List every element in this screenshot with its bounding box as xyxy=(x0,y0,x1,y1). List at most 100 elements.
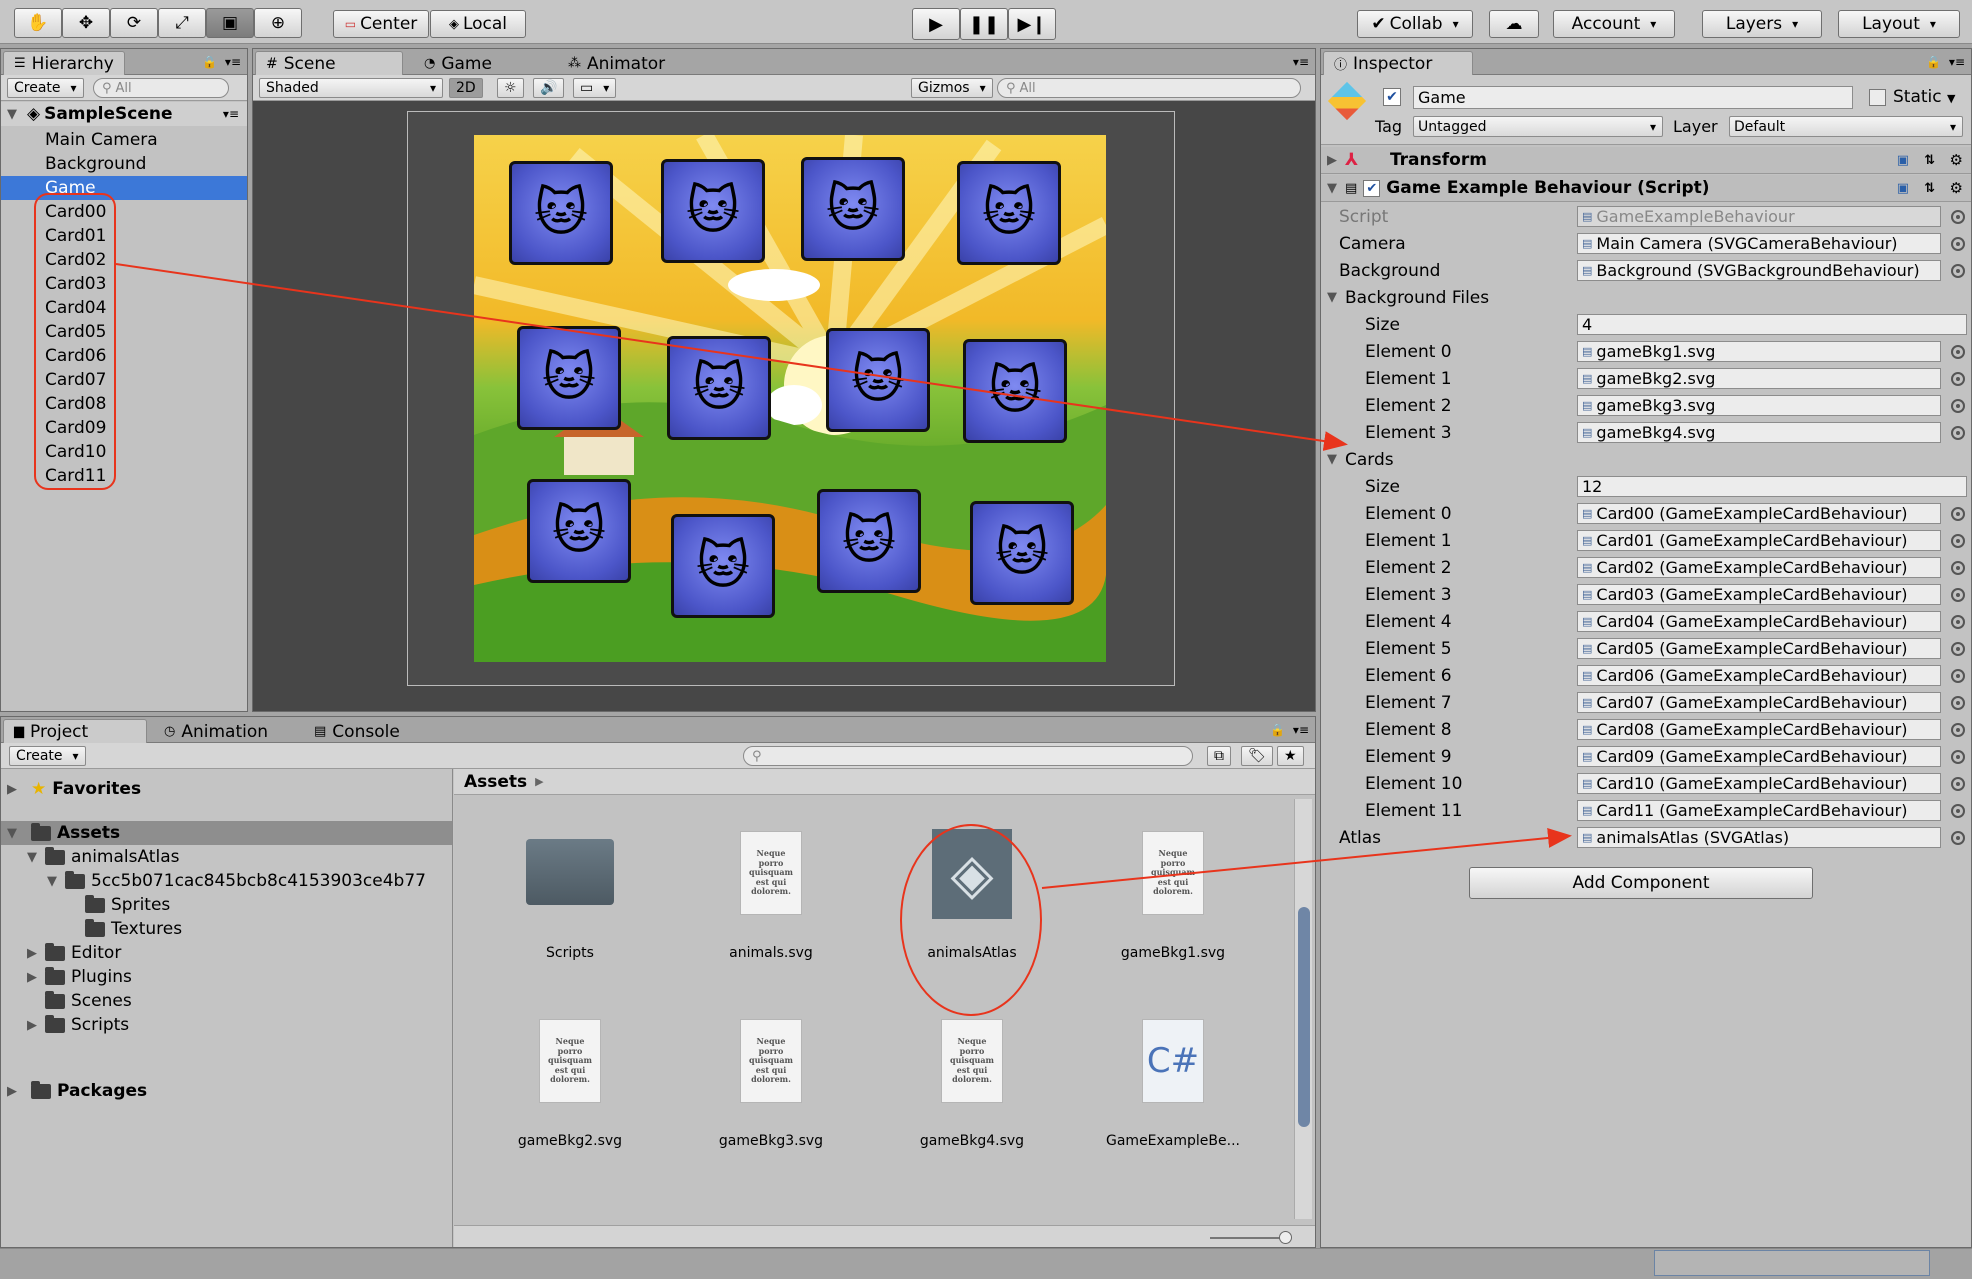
help-icon[interactable]: ▣ xyxy=(1897,181,1909,196)
tab-inspector[interactable]: ⓘ Inspector xyxy=(1323,51,1473,75)
pivot-local-button[interactable]: ◈ Local xyxy=(430,10,526,38)
property-value-field[interactable]: ▤ gameBkg3.svg xyxy=(1577,395,1941,416)
collapse-arrow-icon[interactable]: ▶ xyxy=(27,970,41,985)
project-folder-editor[interactable]: ▶ Editor xyxy=(1,941,452,965)
component-header[interactable]: ▼ ▤ ✔ Game Example Behaviour (Script) ▣ ⇅ ⚙ xyxy=(1321,175,1971,202)
object-picker-icon[interactable] xyxy=(1951,804,1965,818)
project-search-input[interactable]: ⚲ xyxy=(743,746,1193,766)
object-name-field[interactable]: Game xyxy=(1413,86,1853,109)
card-05[interactable]: 🐱 xyxy=(667,336,771,440)
lock-icon[interactable]: 🔒 xyxy=(1270,723,1285,737)
object-picker-icon[interactable] xyxy=(1951,534,1965,548)
dropdown-arrow-icon[interactable]: ▼ xyxy=(1947,92,1955,105)
scrollbar-thumb[interactable] xyxy=(1298,907,1310,1127)
object-picker-icon[interactable] xyxy=(1951,696,1965,710)
project-folder-plugins[interactable]: ▶ Plugins xyxy=(1,965,452,989)
object-picker-icon[interactable] xyxy=(1951,642,1965,656)
object-picker-icon[interactable] xyxy=(1951,723,1965,737)
property-value-field[interactable]: 4 xyxy=(1577,314,1967,335)
scene-menu-icon[interactable]: ▾≡ xyxy=(223,107,239,121)
expand-arrow-icon[interactable]: ▼ xyxy=(27,850,41,865)
card-07[interactable]: 🐱 xyxy=(963,339,1067,443)
audio-toggle[interactable]: 🔊 xyxy=(533,78,565,98)
favorite-button[interactable]: ★ xyxy=(1277,746,1304,766)
expand-arrow-icon[interactable]: ▶ xyxy=(7,1084,21,1099)
object-picker-icon[interactable] xyxy=(1951,345,1965,359)
hierarchy-item-main-camera[interactable]: Main Camera xyxy=(1,128,247,152)
expand-arrow-icon[interactable]: ▶ xyxy=(7,782,21,797)
panel-menu-icon[interactable]: ▾≡ xyxy=(225,55,241,69)
property-value-field[interactable]: ▤ gameBkg2.svg xyxy=(1577,368,1941,389)
project-folder-sprites[interactable]: Sprites xyxy=(1,893,452,917)
expand-arrow-icon[interactable]: ▼ xyxy=(47,874,61,889)
asset-item[interactable]: Neque porro quisquam est qui dolorem. gam… xyxy=(892,997,1052,1149)
preset-icon[interactable]: ⇅ xyxy=(1924,153,1935,168)
collapse-arrow-icon[interactable]: ▶ xyxy=(1327,153,1341,168)
property-value-field[interactable]: ▤ Card02 (GameExampleCardBehaviour) xyxy=(1577,557,1941,578)
packages-row[interactable]: ▶ Packages xyxy=(1,1079,452,1103)
expand-arrow-icon[interactable]: ▼ xyxy=(1327,181,1341,196)
property-value-field[interactable]: ▤ gameBkg4.svg xyxy=(1577,422,1941,443)
lock-icon[interactable]: 🔒 xyxy=(202,55,217,69)
layer-dropdown[interactable]: Default xyxy=(1729,116,1963,137)
preset-icon[interactable]: ⇅ xyxy=(1924,181,1935,196)
tab-animation[interactable]: ◷ Animation xyxy=(153,719,279,743)
transform-header[interactable]: ▶ ⅄ Transform ▣ ⇅ ⚙ xyxy=(1321,147,1971,174)
object-picker-icon[interactable] xyxy=(1951,561,1965,575)
gear-icon[interactable]: ⚙ xyxy=(1950,179,1963,197)
collapse-arrow-icon[interactable]: ▶ xyxy=(27,1018,41,1033)
transform-icon[interactable]: ⊕ xyxy=(254,8,302,38)
object-picker-icon[interactable] xyxy=(1951,264,1965,278)
filter-type-button[interactable]: ⧉ xyxy=(1207,746,1231,766)
property-value-field[interactable]: ▤ Background (SVGBackgroundBehaviour) xyxy=(1577,260,1941,281)
tab-scene[interactable]: # Scene xyxy=(255,51,403,75)
layers-dropdown[interactable]: Layers xyxy=(1702,10,1822,38)
card-06[interactable]: 🐱 xyxy=(826,328,930,432)
rect-icon[interactable]: ▣ xyxy=(206,8,254,38)
card-02[interactable]: 🐱 xyxy=(801,157,905,261)
object-picker-icon[interactable] xyxy=(1951,372,1965,386)
account-dropdown[interactable]: Account xyxy=(1553,10,1675,38)
card-03[interactable]: 🐱 xyxy=(957,161,1061,265)
property-value-field[interactable]: ▤ gameBkg1.svg xyxy=(1577,341,1941,362)
asset-scrollbar[interactable] xyxy=(1294,799,1312,1219)
property-value-field[interactable]: ▤ Card06 (GameExampleCardBehaviour) xyxy=(1577,665,1941,686)
asset-item[interactable]: Neque porro quisquam est qui dolorem. ani… xyxy=(691,809,851,961)
card-01[interactable]: 🐱 xyxy=(661,159,765,263)
card-09[interactable]: 🐱 xyxy=(671,514,775,618)
expand-arrow-icon[interactable]: ▼ xyxy=(1327,452,1341,467)
tab-game[interactable]: ◔ Game xyxy=(413,51,503,75)
expand-arrow-icon[interactable]: ▼ xyxy=(1327,290,1341,305)
hierarchy-create-dropdown[interactable]: Create xyxy=(7,78,84,98)
assets-root-row[interactable]: ▼ Assets xyxy=(1,821,452,845)
project-folder-scenes[interactable]: Scenes xyxy=(1,989,452,1013)
property-value-field[interactable]: ▤ Card03 (GameExampleCardBehaviour) xyxy=(1577,584,1941,605)
zoom-slider-handle[interactable] xyxy=(1279,1231,1292,1244)
object-picker-icon[interactable] xyxy=(1951,399,1965,413)
object-picker-icon[interactable] xyxy=(1951,426,1965,440)
zoom-slider[interactable] xyxy=(1210,1237,1290,1239)
property-value-field[interactable]: ▤ Card09 (GameExampleCardBehaviour) xyxy=(1577,746,1941,767)
card-08[interactable]: 🐱 xyxy=(527,479,631,583)
collapse-arrow-icon[interactable]: ▶ xyxy=(27,946,41,961)
collab-dropdown[interactable]: ✔ Collab xyxy=(1357,10,1473,38)
hierarchy-item-background[interactable]: Background xyxy=(1,152,247,176)
layout-dropdown[interactable]: Layout xyxy=(1838,10,1960,38)
lock-icon[interactable]: 🔒 xyxy=(1926,55,1941,69)
scale-icon[interactable]: ⤢ xyxy=(158,8,206,38)
rotate-icon[interactable]: ⟳ xyxy=(110,8,158,38)
move-icon[interactable]: ✥ xyxy=(62,8,110,38)
help-icon[interactable]: ▣ xyxy=(1897,153,1909,168)
project-create-dropdown[interactable]: Create xyxy=(9,746,86,766)
toggle-2d-button[interactable]: 2D xyxy=(449,78,483,98)
project-folder-5cc5b071cac845bcb8c4153903ce4b77[interactable]: ▼ 5cc5b071cac845bcb8c4153903ce4b77 xyxy=(1,869,452,893)
property-value-field[interactable]: ▤ Card07 (GameExampleCardBehaviour) xyxy=(1577,692,1941,713)
cloud-button[interactable]: ☁ xyxy=(1489,10,1539,38)
object-picker-icon[interactable] xyxy=(1951,669,1965,683)
filter-label-button[interactable]: 🏷 xyxy=(1241,746,1273,766)
property-value-field[interactable]: ▤ Card10 (GameExampleCardBehaviour) xyxy=(1577,773,1941,794)
property-value-field[interactable]: ▤ Card04 (GameExampleCardBehaviour) xyxy=(1577,611,1941,632)
expand-arrow-icon[interactable]: ▼ xyxy=(7,826,21,841)
effects-dropdown[interactable]: ▭ xyxy=(573,78,617,98)
tag-dropdown[interactable]: Untagged xyxy=(1413,116,1663,137)
